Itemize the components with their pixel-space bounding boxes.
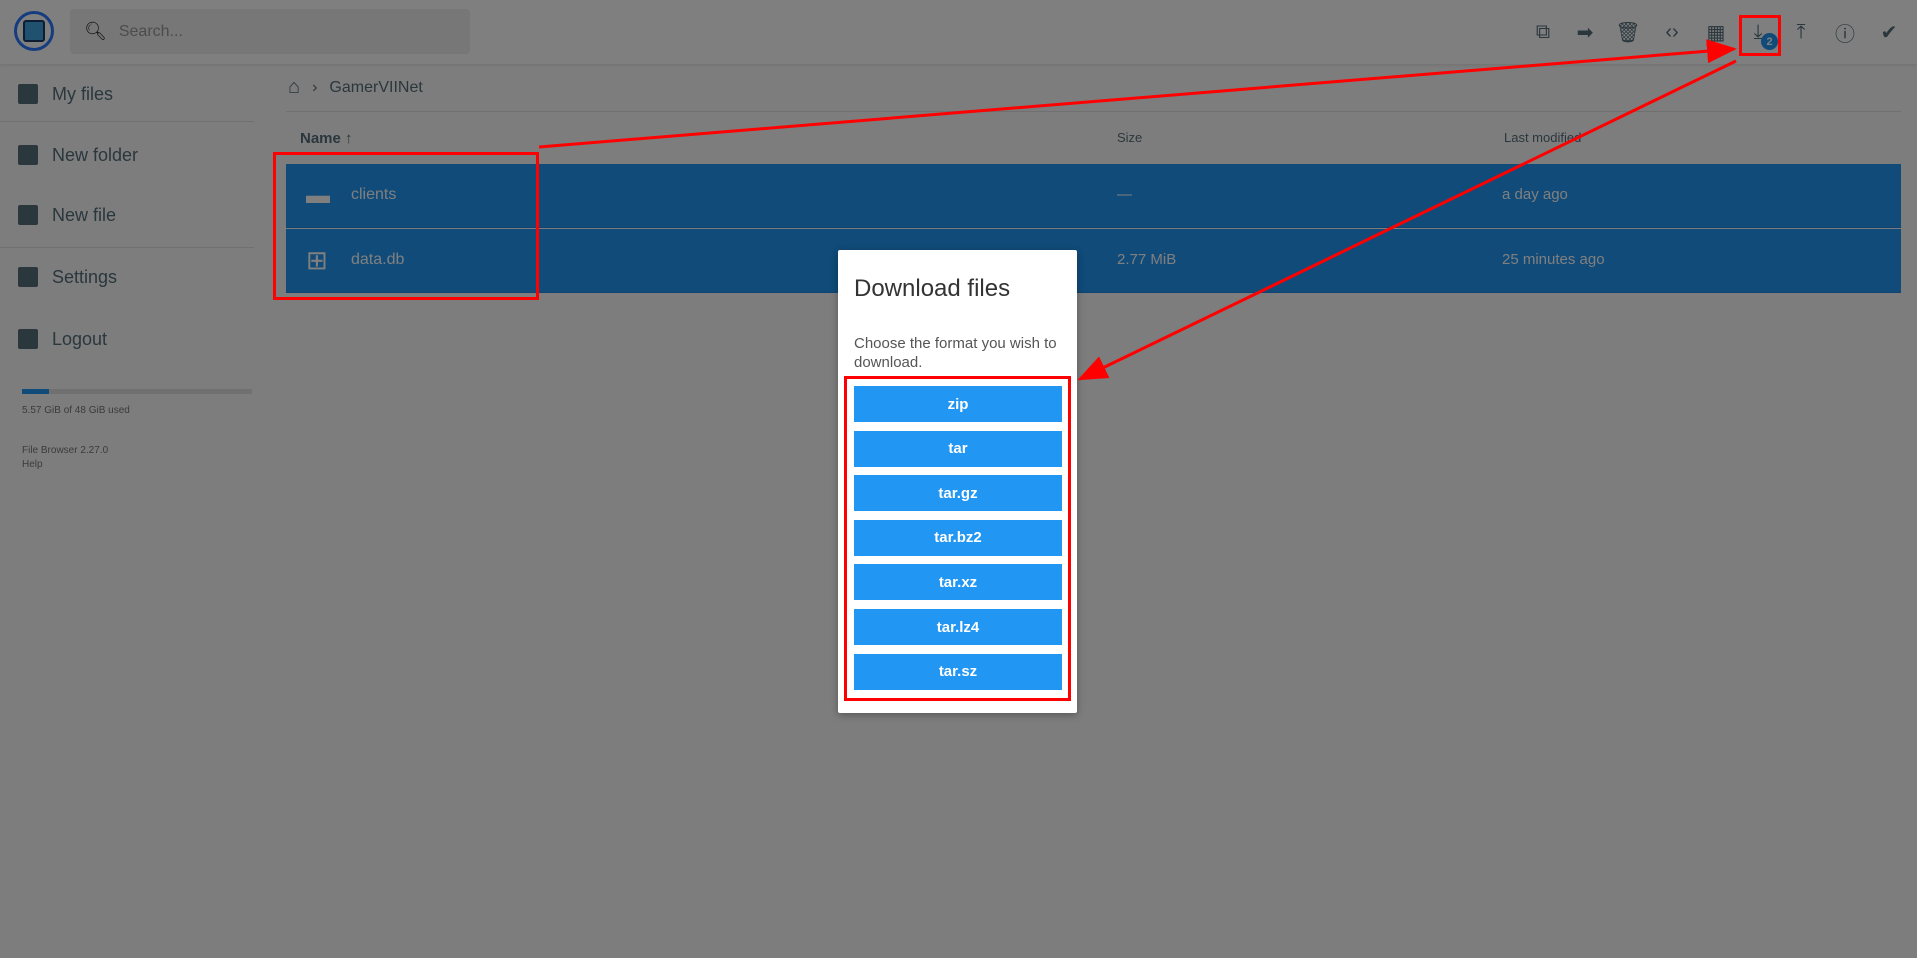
arrow-to-formats [1077, 59, 1737, 381]
annotation-arrows [538, 39, 1737, 381]
arrow-to-download [538, 39, 1737, 149]
